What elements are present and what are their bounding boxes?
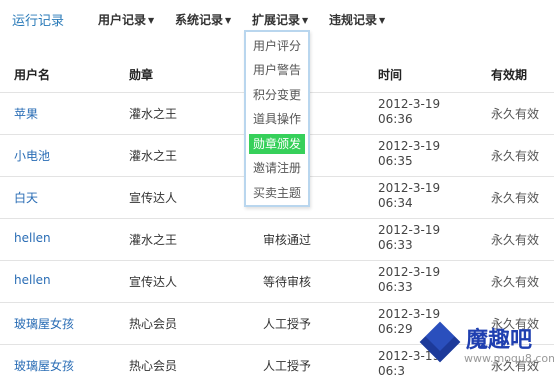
cube-logo-icon: [419, 321, 461, 363]
date: 2012-3-19: [378, 307, 441, 321]
medal-name: 热心会员: [129, 359, 178, 373]
medal-name: 宣传达人: [129, 191, 178, 205]
dropdown-item-thread-trade[interactable]: 买卖主题: [249, 183, 305, 203]
dropdown-item-user-rating[interactable]: 用户评分: [249, 36, 305, 56]
brand-title[interactable]: 运行记录: [12, 10, 64, 29]
operation-status: 审核通过: [263, 233, 312, 247]
date: 2012-3-19: [378, 223, 441, 237]
date: 2012-3-19: [378, 265, 441, 279]
username-link[interactable]: 苹果: [14, 105, 38, 122]
dropdown-item-user-warning[interactable]: 用户警告: [249, 60, 305, 80]
date: 2012-3-19: [378, 139, 441, 153]
username-link[interactable]: hellen: [14, 273, 51, 287]
menu-system-records[interactable]: 系统记录 ▼: [175, 11, 231, 28]
username-link[interactable]: 白天: [14, 189, 38, 206]
menu-label: 扩展记录: [252, 13, 301, 27]
clock: 06:35: [378, 154, 413, 168]
validity: 永久有效: [491, 275, 540, 289]
watermark-title: 魔趣吧: [466, 328, 533, 353]
medal-name: 热心会员: [129, 317, 178, 331]
table-row: hellen 灌水之王 审核通过 2012-3-19 06:33 永久有效: [0, 218, 554, 260]
menu-label: 违规记录: [329, 13, 378, 27]
clock: 06:34: [378, 196, 413, 210]
clock: 06:33: [378, 280, 413, 294]
header-medal: 勋章: [129, 68, 154, 82]
menu-violation-records[interactable]: 违规记录 ▼: [329, 11, 385, 28]
timestamp: 2012-3-19 06:34: [378, 181, 440, 211]
clock: 06:36: [378, 112, 413, 126]
validity: 永久有效: [491, 107, 540, 121]
dropdown-item-prop-operation[interactable]: 道具操作: [249, 109, 305, 129]
watermark-url: www.moqu8.com: [464, 352, 554, 365]
timestamp: 2012-3-19 06:35: [378, 139, 440, 169]
extension-records-dropdown: 用户评分 用户警告 积分变更 道具操作 勋章颁发 邀请注册 买卖主题: [244, 30, 310, 207]
chevron-down-icon: ▼: [379, 16, 386, 25]
medal-name: 宣传达人: [129, 275, 178, 289]
username-link[interactable]: 玻璃屋女孩: [14, 315, 74, 332]
menu-user-records[interactable]: 用户记录 ▼: [98, 11, 154, 28]
chevron-down-icon: ▼: [225, 16, 232, 25]
dropdown-item-medal-award[interactable]: 勋章颁发: [249, 134, 305, 154]
menu-extension-records[interactable]: 扩展记录 ▼: [252, 11, 308, 28]
medal-name: 灌水之王: [129, 149, 178, 163]
timestamp: 2012-3-19 06:36: [378, 97, 440, 127]
validity: 永久有效: [491, 233, 540, 247]
chevron-down-icon: ▼: [302, 16, 309, 25]
table-row: hellen 宣传达人 等待审核 2012-3-19 06:33 永久有效: [0, 260, 554, 302]
dropdown-item-invite-register[interactable]: 邀请注册: [249, 158, 305, 178]
header-validity: 有效期: [491, 68, 528, 82]
operation-status: 等待审核: [263, 275, 312, 289]
date: 2012-3-19: [378, 181, 441, 195]
chevron-down-icon: ▼: [148, 16, 155, 25]
validity: 永久有效: [491, 191, 540, 205]
operation-status: 人工授予: [263, 359, 312, 373]
validity: 永久有效: [491, 149, 540, 163]
username-link[interactable]: 小电池: [14, 147, 50, 164]
timestamp: 2012-3-19 06:33: [378, 265, 440, 295]
clock: 06:29: [378, 322, 413, 336]
timestamp: 2012-3-19 06:33: [378, 223, 440, 253]
header-username: 用户名: [14, 68, 51, 82]
date: 2012-3-19: [378, 97, 441, 111]
username-link[interactable]: hellen: [14, 231, 51, 245]
header-time: 时间: [378, 68, 403, 82]
menu-label: 系统记录: [175, 13, 224, 27]
medal-name: 灌水之王: [129, 233, 178, 247]
clock: 06:33: [378, 238, 413, 252]
operation-status: 人工授予: [263, 317, 312, 331]
dropdown-item-credit-change[interactable]: 积分变更: [249, 85, 305, 105]
username-link[interactable]: 玻璃屋女孩: [14, 357, 74, 374]
medal-name: 灌水之王: [129, 107, 178, 121]
menu-label: 用户记录: [98, 13, 147, 27]
watermark-logo: 魔趣吧 www.moqu8.com: [419, 320, 554, 372]
